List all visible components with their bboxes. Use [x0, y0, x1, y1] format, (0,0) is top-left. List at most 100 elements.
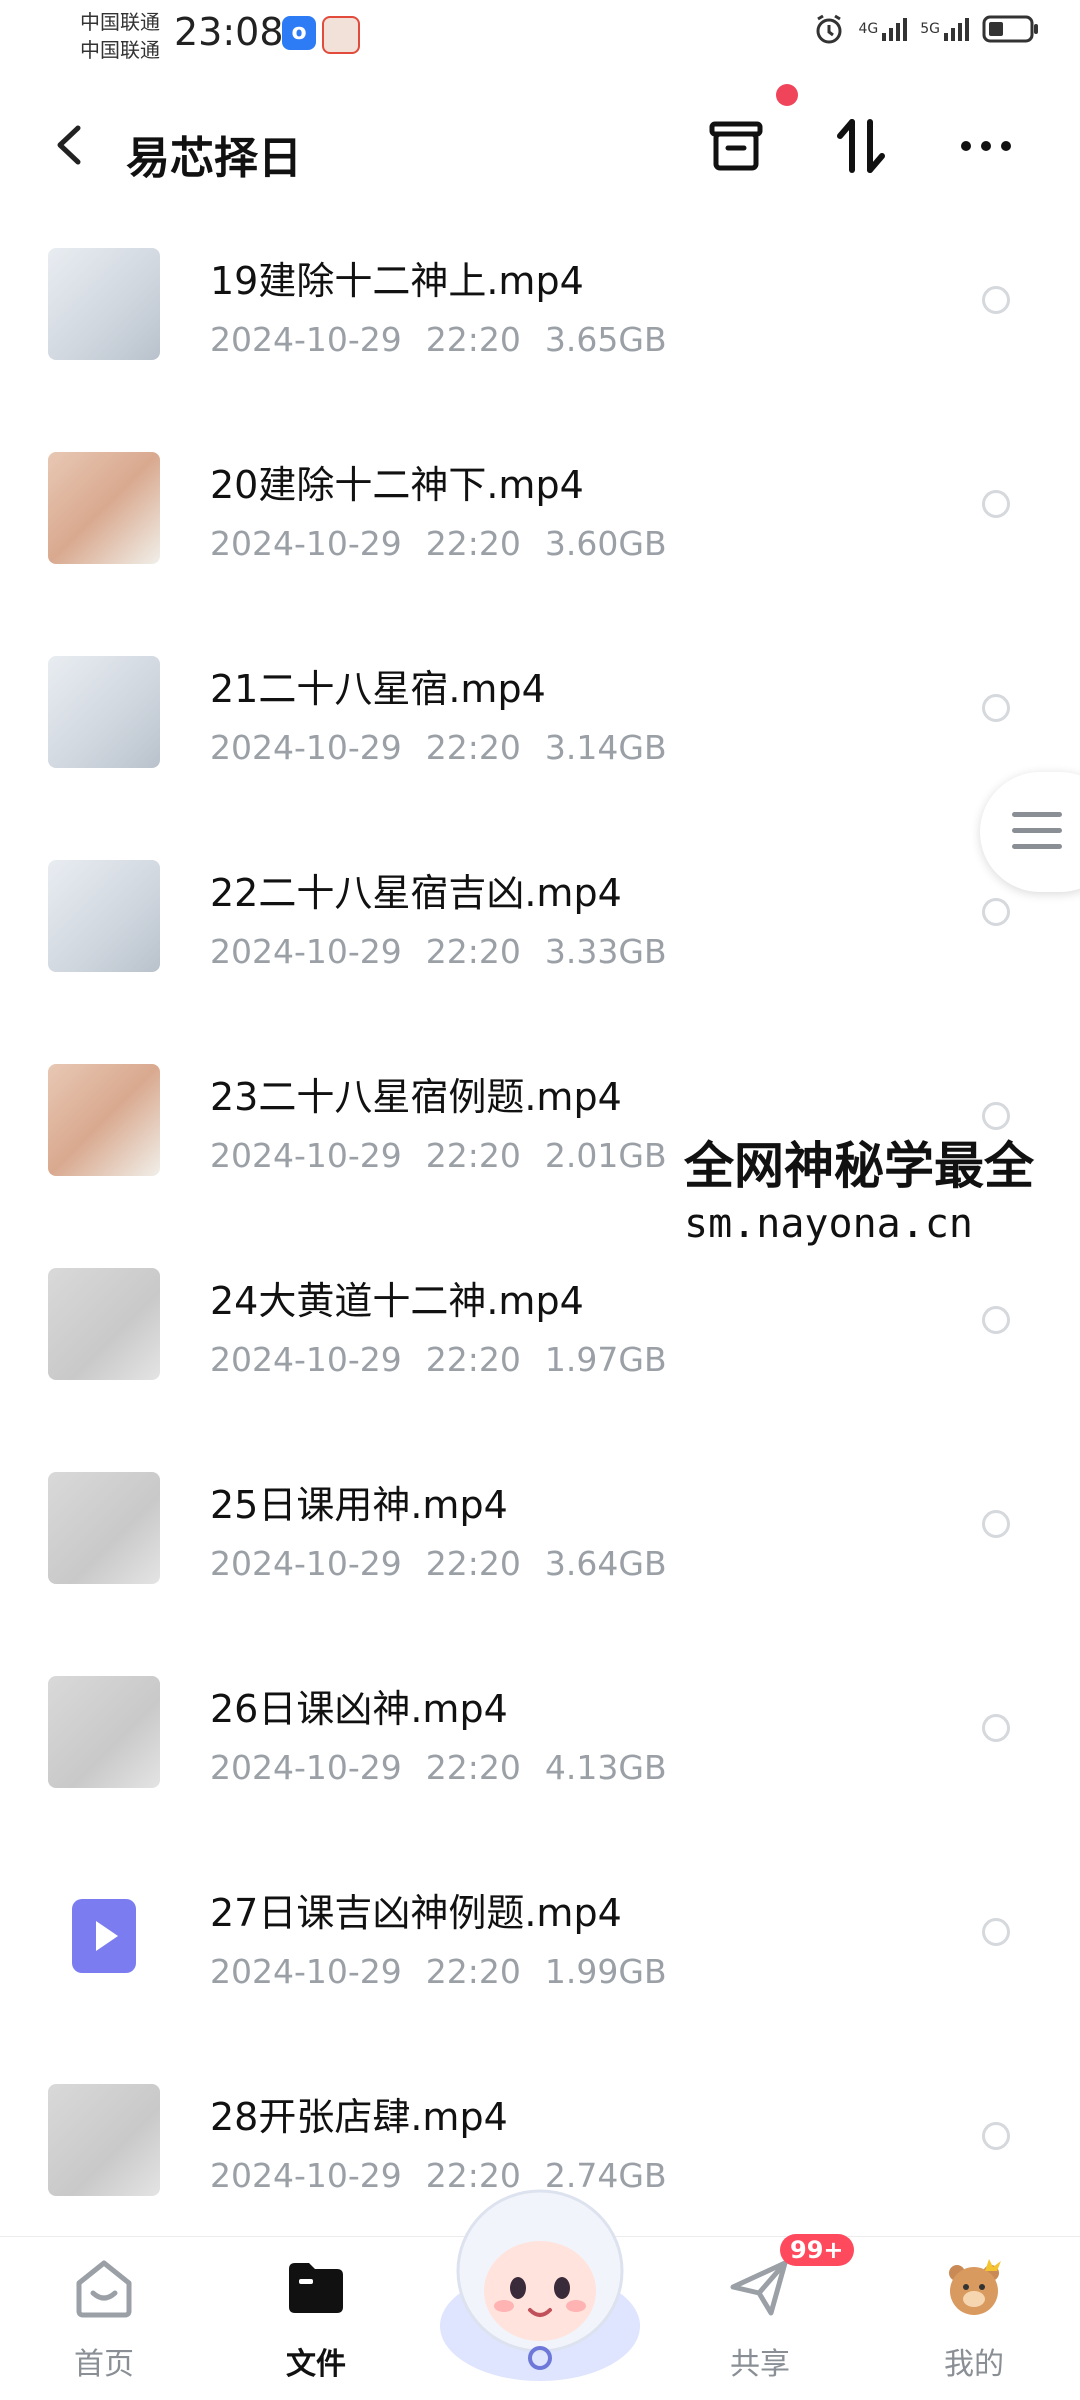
file-row[interactable]: 22二十八星宿吉凶.mp4 2024-10-29 22:20 3.33GB: [0, 838, 1080, 1042]
screen: 中国联通 中国联通 23:08 o 4G 5G 易芯择日 19建除十二神上.mp…: [0, 0, 1080, 2400]
file-date: 2024-10-29: [210, 524, 402, 563]
select-radio[interactable]: [982, 1714, 1010, 1742]
file-date: 2024-10-29: [210, 728, 402, 767]
file-date: 2024-10-29: [210, 1544, 402, 1583]
file-date: 2024-10-29: [210, 932, 402, 971]
folder-icon: [281, 2253, 351, 2323]
file-meta: 2024-10-29 22:20 3.14GB: [210, 728, 667, 767]
network-type-1: 4G: [858, 21, 879, 37]
file-name: 28开张店肆.mp4: [210, 2095, 508, 2139]
notification-dot: [776, 84, 798, 106]
file-name: 21二十八星宿.mp4: [210, 667, 546, 711]
back-button[interactable]: [50, 120, 90, 170]
file-date: 2024-10-29: [210, 320, 402, 359]
page-title: 易芯择日: [126, 133, 302, 184]
select-radio[interactable]: [982, 694, 1010, 722]
file-size: 3.14GB: [544, 728, 667, 767]
home-icon: [69, 2253, 139, 2323]
file-name: 23二十八星宿例题.mp4: [210, 1075, 622, 1119]
file-name: 22二十八星宿吉凶.mp4: [210, 871, 622, 915]
tab-home[interactable]: 首页: [34, 2253, 174, 2383]
file-row[interactable]: 26日课凶神.mp4 2024-10-29 22:20 4.13GB: [0, 1654, 1080, 1858]
video-thumbnail: [48, 2084, 160, 2196]
status-icons: 4G 5G: [812, 14, 1040, 44]
alarm-icon: [812, 14, 846, 44]
video-thumbnail: [48, 1472, 160, 1584]
video-thumbnail: [48, 656, 160, 768]
watermark-line-2: sm.nayona.cn: [684, 1201, 973, 1247]
select-radio[interactable]: [982, 1510, 1010, 1538]
file-time: 22:20: [425, 1952, 521, 1991]
chevron-left-icon: [57, 125, 81, 165]
notification-app-icon: o: [282, 16, 316, 50]
more-button[interactable]: [954, 114, 1018, 178]
file-time: 22:20: [425, 1748, 521, 1787]
file-meta: 2024-10-29 22:20 1.97GB: [210, 1340, 667, 1379]
file-row[interactable]: 25日课用神.mp4 2024-10-29 22:20 3.64GB: [0, 1450, 1080, 1654]
file-date: 2024-10-29: [210, 1952, 402, 1991]
file-meta: 2024-10-29 22:20 2.01GB: [210, 1136, 667, 1175]
video-thumbnail: [48, 248, 160, 360]
carrier-2: 中国联通: [80, 38, 160, 62]
sort-icon: [837, 119, 885, 173]
file-name: 27日课吉凶神例题.mp4: [210, 1891, 622, 1935]
file-meta: 2024-10-29 22:20 3.64GB: [210, 1544, 667, 1583]
file-row[interactable]: 21二十八星宿.mp4 2024-10-29 22:20 3.14GB: [0, 634, 1080, 838]
more-icon: [961, 141, 1011, 151]
tab-files[interactable]: 文件: [246, 2253, 386, 2383]
select-radio[interactable]: [982, 1102, 1010, 1130]
share-count-badge: 99+: [780, 2234, 854, 2266]
file-date: 2024-10-29: [210, 1340, 402, 1379]
file-time: 22:20: [425, 932, 521, 971]
file-size: 4.13GB: [544, 1748, 667, 1787]
file-row[interactable]: 19建除十二神上.mp4 2024-10-29 22:20 3.65GB: [0, 226, 1080, 430]
file-row[interactable]: 27日课吉凶神例题.mp4 2024-10-29 22:20 1.99GB: [0, 1858, 1080, 2062]
file-row[interactable]: 20建除十二神下.mp4 2024-10-29 22:20 3.60GB: [0, 430, 1080, 634]
file-meta: 2024-10-29 22:20 1.99GB: [210, 1952, 667, 1991]
file-time: 22:20: [425, 320, 521, 359]
mascot-assistant-button[interactable]: [430, 2176, 650, 2386]
notification-app-icon-2: [322, 16, 360, 54]
file-time: 22:20: [425, 1136, 521, 1175]
file-size: 3.60GB: [544, 524, 667, 563]
select-radio[interactable]: [982, 898, 1010, 926]
file-meta: 2024-10-29 22:20 4.13GB: [210, 1748, 667, 1787]
file-name: 20建除十二神下.mp4: [210, 463, 584, 507]
file-meta: 2024-10-29 22:20 3.60GB: [210, 524, 667, 563]
video-thumbnail: [48, 1268, 160, 1380]
transfer-box-button[interactable]: [704, 114, 768, 178]
signal-icon-2: 5G: [920, 14, 970, 44]
carrier-labels: 中国联通 中国联通: [80, 8, 160, 64]
sort-button[interactable]: [828, 114, 892, 178]
title-bar: 易芯择日: [0, 100, 1080, 200]
video-thumbnail: [48, 860, 160, 972]
mascot-icon: [440, 2189, 640, 2381]
file-name: 26日课凶神.mp4: [210, 1687, 508, 1731]
select-radio[interactable]: [982, 286, 1010, 314]
tab-share[interactable]: 共享: [690, 2253, 830, 2383]
file-time: 22:20: [425, 728, 521, 767]
file-row[interactable]: 24大黄道十二神.mp4 2024-10-29 22:20 1.97GB: [0, 1246, 1080, 1450]
file-date: 2024-10-29: [210, 2156, 402, 2195]
file-size: 1.99GB: [544, 1952, 667, 1991]
select-radio[interactable]: [982, 1918, 1010, 1946]
tab-mine[interactable]: 我的: [904, 2253, 1044, 2383]
watermark: 全网神秘学最全 sm.nayona.cn: [676, 1130, 1042, 1254]
select-radio[interactable]: [982, 490, 1010, 518]
battery-icon: [982, 14, 1040, 44]
status-time: 23:08: [174, 10, 284, 54]
file-name: 25日课用神.mp4: [210, 1483, 508, 1527]
file-name: 24大黄道十二神.mp4: [210, 1279, 584, 1323]
file-meta: 2024-10-29 22:20 3.65GB: [210, 320, 667, 359]
paper-plane-icon: [725, 2253, 795, 2323]
file-size: 3.64GB: [544, 1544, 667, 1583]
video-thumbnail: [48, 452, 160, 564]
select-radio[interactable]: [982, 1306, 1010, 1334]
signal-icon: 4G: [858, 14, 908, 44]
file-time: 22:20: [425, 524, 521, 563]
select-radio[interactable]: [982, 2122, 1010, 2150]
watermark-line-1: 全网神秘学最全: [684, 1137, 1034, 1195]
bear-avatar-icon: [939, 2253, 1009, 2323]
file-date: 2024-10-29: [210, 1136, 402, 1175]
file-size: 3.33GB: [544, 932, 667, 971]
